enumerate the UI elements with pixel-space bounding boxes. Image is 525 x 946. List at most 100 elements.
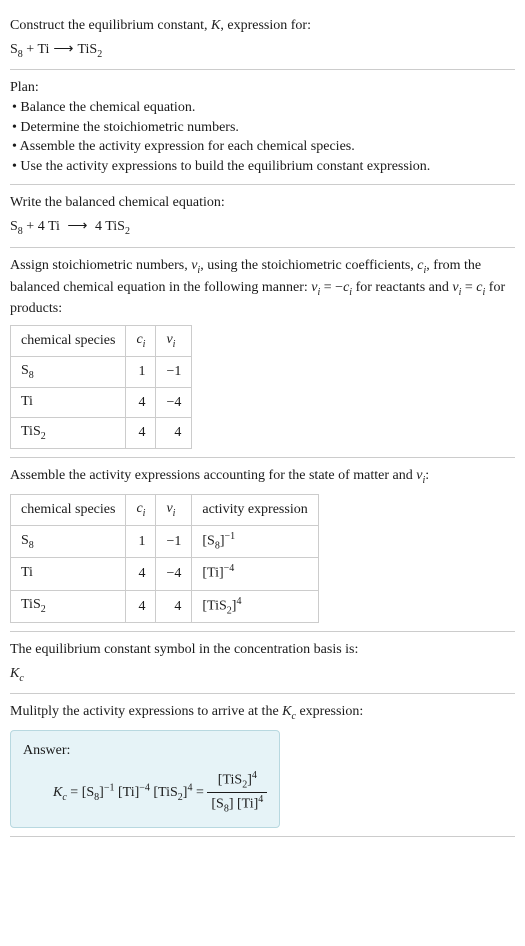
answer-label: Answer: (23, 741, 267, 761)
cell-ci: 1 (126, 525, 156, 557)
header-nui: νi (156, 325, 192, 356)
fraction: [TiS2]4[S8] [Ti]4 (207, 769, 267, 817)
superscript: −1 (224, 531, 235, 542)
table-row: Ti 4 −4 (11, 387, 192, 418)
multiply-text: Mulitply the activity expressions to arr… (10, 702, 515, 724)
intro-text: Construct the equilibrium constant, K, e… (10, 16, 515, 36)
intro-text-end: , expression for: (220, 18, 311, 33)
k-symbol: K (10, 666, 19, 681)
equals-text: = (67, 785, 82, 800)
num-base: [TiS (218, 773, 242, 788)
cell-species: TiS2 (11, 590, 126, 622)
plan-section: Plan: • Balance the chemical equation. •… (10, 70, 515, 185)
cell-nui: 4 (156, 590, 192, 622)
term-base: [S (82, 785, 94, 800)
table-row: TiS2 4 4 (11, 418, 192, 449)
equals-text: = − (320, 280, 343, 295)
table-row: TiS2 4 4 [TiS2]4 (11, 590, 319, 622)
term-base: [Ti] (114, 785, 139, 800)
answer-equation: Kc = [S8]−1 [Ti]−4 [TiS2]4 = [TiS2]4[S8]… (23, 769, 267, 817)
header-activity: activity expression (192, 494, 318, 525)
assign-section: Assign stoichiometric numbers, νi , using… (10, 248, 515, 458)
cell-ci: 4 (126, 590, 156, 622)
equals-text: = (461, 280, 476, 295)
cell-species: TiS2 (11, 418, 126, 449)
den-base: [S (211, 797, 223, 812)
kc-symbol: Kc (10, 664, 515, 686)
activity-text: Assemble the activity expressions accoun… (10, 466, 515, 488)
superscript: 4 (258, 794, 263, 805)
stoichiometric-table: chemical species ci νi S8 1 −1 Ti 4 −4 T… (10, 325, 192, 449)
species-text: Ti (21, 394, 33, 409)
intro-text-part: Construct the equilibrium constant, (10, 18, 211, 33)
cell-activity: [S8]−1 (192, 525, 318, 557)
species-ti: Ti (37, 42, 49, 57)
subscript: i (173, 508, 176, 519)
cell-nui: −4 (156, 387, 192, 418)
colon-text: : (425, 468, 429, 483)
k-symbol: K (211, 18, 220, 33)
intro-section: Construct the equilibrium constant, K, e… (10, 8, 515, 70)
text-part: , using the stoichiometric coefficients, (200, 258, 417, 273)
reaction-arrow: ⟶ (49, 40, 77, 60)
plan-item: • Assemble the activity expression for e… (10, 137, 515, 157)
species-text: S (21, 363, 29, 378)
subscript: 2 (125, 226, 130, 237)
text-part: Assemble the activity expressions accoun… (10, 468, 416, 483)
balanced-section: Write the balanced chemical equation: S8… (10, 185, 515, 247)
k-symbol: K (53, 785, 62, 800)
term-base: [TiS (150, 785, 178, 800)
header-ci: ci (126, 494, 156, 525)
table-row: S8 1 −1 [S8]−1 (11, 525, 319, 557)
superscript: −4 (139, 782, 150, 793)
answer-box: Answer: Kc = [S8]−1 [Ti]−4 [TiS2]4 = [Ti… (10, 730, 280, 828)
cell-nui: −4 (156, 558, 192, 590)
species-text: TiS (21, 597, 41, 612)
k-symbol: K (282, 704, 291, 719)
header-species: chemical species (11, 325, 126, 356)
plan-title: Plan: (10, 78, 515, 98)
subscript: 8 (29, 539, 34, 550)
plus-text: + 4 Ti (23, 219, 64, 234)
multiply-section: Mulitply the activity expressions to arr… (10, 694, 515, 836)
assign-text: Assign stoichiometric numbers, νi, using… (10, 256, 515, 319)
table-row: Ti 4 −4 [Ti]−4 (11, 558, 319, 590)
activity-section: Assemble the activity expressions accoun… (10, 458, 515, 632)
species-text: TiS (21, 424, 41, 439)
text-part: for reactants and (352, 280, 452, 295)
reaction-arrow: ⟶ (63, 217, 91, 237)
text-part: Assign stoichiometric numbers, (10, 258, 191, 273)
subscript: i (173, 339, 176, 350)
species-tis2: TiS (77, 42, 97, 57)
cell-species: S8 (11, 525, 126, 557)
plus-text: + (23, 42, 38, 57)
cell-ci: 4 (126, 387, 156, 418)
cell-ci: 4 (126, 558, 156, 590)
balanced-equation: S8 + 4 Ti ⟶ 4 TiS2 (10, 217, 515, 239)
cell-ci: 1 (126, 356, 156, 387)
act-base: [S (202, 533, 214, 548)
header-nui: νi (156, 494, 192, 525)
equals-text: = (192, 785, 207, 800)
table-header-row: chemical species ci νi activity expressi… (11, 494, 319, 525)
den-close: ] [Ti] (229, 797, 258, 812)
text-part: Mulitply the activity expressions to arr… (10, 704, 282, 719)
cell-nui: 4 (156, 418, 192, 449)
subscript: 2 (41, 604, 46, 615)
species-s8: S (10, 219, 18, 234)
cell-activity: [Ti]−4 (192, 558, 318, 590)
subscript: 2 (97, 48, 102, 59)
superscript: 4 (252, 770, 257, 781)
species-text: Ti (21, 565, 33, 580)
superscript: −4 (224, 563, 235, 574)
product-text: 4 TiS (91, 219, 124, 234)
plan-item: • Use the activity expressions to build … (10, 157, 515, 177)
symbol-section: The equilibrium constant symbol in the c… (10, 632, 515, 694)
cell-ci: 4 (126, 418, 156, 449)
act-base: [Ti (202, 566, 219, 581)
species-s8: S (10, 42, 18, 57)
cell-activity: [TiS2]4 (192, 590, 318, 622)
unbalanced-equation: S8 + Ti⟶TiS2 (10, 40, 515, 62)
cell-species: S8 (11, 356, 126, 387)
plan-item: • Balance the chemical equation. (10, 98, 515, 118)
